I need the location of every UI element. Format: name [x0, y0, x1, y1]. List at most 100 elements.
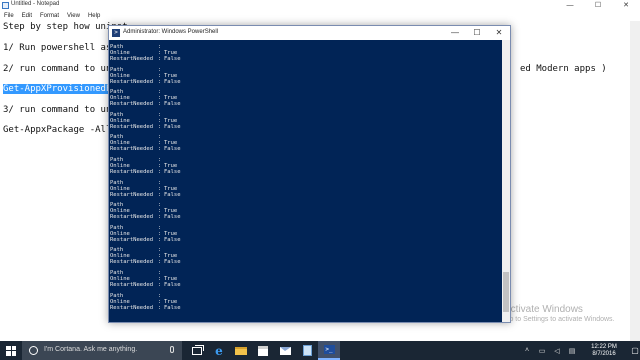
- powershell-window-title: Administrator: Windows PowerShell: [123, 29, 219, 35]
- ps-output-block: Path: Online: True RestartNeeded: False: [110, 293, 181, 311]
- ps-output-row: RestartNeeded: False: [110, 259, 181, 265]
- clock-date: 8/7/2016: [592, 350, 616, 357]
- network-icon[interactable]: ▭: [536, 345, 548, 357]
- ps-output-row: RestartNeeded: False: [110, 169, 181, 175]
- menu-file[interactable]: File: [0, 11, 18, 21]
- mail-icon: [279, 346, 291, 355]
- ps-output-block: Path: Online: True RestartNeeded: False: [110, 270, 181, 288]
- text-line: ed Modern apps ): [520, 64, 607, 74]
- powershell-window: > Administrator: Windows PowerShell — ☐ …: [108, 25, 511, 323]
- watermark-title: Activate Windows: [504, 304, 583, 315]
- search-placeholder: I'm Cortana. Ask me anything.: [44, 346, 138, 353]
- file-explorer-button[interactable]: [230, 341, 252, 360]
- ps-value: False: [164, 123, 181, 130]
- mail-button[interactable]: [274, 341, 296, 360]
- ps-output-block: Path: Online: True RestartNeeded: False: [110, 44, 181, 62]
- ps-key: RestartNeeded: [110, 214, 154, 221]
- ps-output-row: RestartNeeded: False: [110, 237, 181, 243]
- notepad-title-bar: Untitled - Notepad — ☐ ✕: [0, 0, 640, 11]
- ps-output-block: Path: Online: True RestartNeeded: False: [110, 202, 181, 220]
- edge-button[interactable]: e: [208, 341, 230, 360]
- ps-key: RestartNeeded: [110, 78, 154, 85]
- store-button[interactable]: [252, 341, 274, 360]
- keyboard-icon[interactable]: ▤: [566, 345, 578, 357]
- microphone-icon[interactable]: [170, 346, 174, 353]
- clock-time: 12:22 PM: [591, 343, 617, 350]
- ps-output-row: RestartNeeded: False: [110, 79, 181, 85]
- powershell-icon: >_: [323, 345, 335, 354]
- ps-output-block: Path: Online: True RestartNeeded: False: [110, 67, 181, 85]
- ps-value: False: [164, 146, 181, 153]
- ps-key: RestartNeeded: [110, 304, 154, 311]
- notepad-icon: [302, 345, 312, 356]
- ps-value: False: [164, 78, 181, 85]
- ps-output-block: Path: Online: True RestartNeeded: False: [110, 180, 181, 198]
- scrollbar-thumb[interactable]: [503, 272, 509, 312]
- folder-icon: [235, 346, 247, 355]
- ps-key: RestartNeeded: [110, 101, 154, 108]
- cortana-search-box[interactable]: I'm Cortana. Ask me anything.: [22, 341, 182, 360]
- ps-output-block: Path: Online: True RestartNeeded: False: [110, 225, 181, 243]
- store-icon: [258, 345, 268, 356]
- powershell-scrollbar[interactable]: [502, 40, 510, 322]
- powershell-title-bar[interactable]: > Administrator: Windows PowerShell — ☐ …: [109, 26, 510, 40]
- maximize-icon[interactable]: ☐: [584, 0, 612, 11]
- menu-view[interactable]: View: [63, 11, 84, 21]
- ps-key: RestartNeeded: [110, 282, 154, 288]
- maximize-icon[interactable]: ☐: [466, 26, 488, 40]
- ps-key: RestartNeeded: [110, 169, 154, 175]
- task-view-icon: [192, 344, 204, 355]
- notepad-scrollbar[interactable]: [630, 21, 640, 341]
- chevron-up-icon[interactable]: ˄: [521, 345, 533, 357]
- ps-value: False: [164, 304, 181, 311]
- ps-output-block: Path: Online: True RestartNeeded: False: [110, 134, 181, 152]
- volume-icon[interactable]: ◁: [551, 345, 563, 357]
- minimize-icon[interactable]: —: [444, 26, 466, 40]
- cortana-icon: [29, 346, 38, 355]
- ps-key: RestartNeeded: [110, 56, 154, 62]
- clock[interactable]: 12:22 PM 8/7/2016: [581, 344, 627, 358]
- ps-output-row: RestartNeeded: False: [110, 101, 181, 107]
- notepad-app-icon: [2, 2, 9, 9]
- ps-output-block: Path: Online: True RestartNeeded: False: [110, 157, 181, 175]
- ps-key: RestartNeeded: [110, 259, 154, 266]
- task-view-button[interactable]: [186, 341, 208, 360]
- selected-text-line: Get-AppXProvisionedPac: [3, 84, 123, 94]
- notepad-taskbar-button[interactable]: [296, 341, 318, 360]
- close-icon[interactable]: ✕: [488, 26, 510, 40]
- ps-output-row: RestartNeeded: False: [110, 192, 181, 198]
- ps-key: RestartNeeded: [110, 191, 154, 198]
- ps-output-row: RestartNeeded: False: [110, 214, 181, 220]
- ps-output-row: RestartNeeded: False: [110, 282, 181, 288]
- menu-help[interactable]: Help: [84, 11, 104, 21]
- powershell-window-controls: — ☐ ✕: [444, 26, 510, 40]
- ps-value: False: [164, 191, 181, 198]
- edge-icon: e: [215, 343, 223, 358]
- ps-output-row: RestartNeeded: False: [110, 56, 181, 62]
- watermark-subtitle: Go to Settings to activate Windows.: [504, 316, 615, 323]
- ps-output-block: Path: Online: True RestartNeeded: False: [110, 247, 181, 265]
- ps-value: False: [164, 259, 181, 266]
- ps-output-block: Path: Online: True RestartNeeded: False: [110, 112, 181, 130]
- powershell-console[interactable]: Path: Online: True RestartNeeded: False Path:…: [109, 40, 502, 322]
- windows-logo-icon: [6, 345, 16, 356]
- action-center-icon[interactable]: ▢: [630, 341, 640, 360]
- ps-value: False: [164, 169, 181, 175]
- ps-output-row: RestartNeeded: False: [110, 124, 181, 130]
- start-button[interactable]: [0, 341, 22, 360]
- powershell-app-icon: >: [112, 29, 120, 37]
- ps-value: False: [164, 214, 181, 221]
- minimize-icon[interactable]: —: [556, 0, 584, 11]
- ps-value: False: [164, 101, 181, 108]
- ps-value: False: [164, 282, 181, 288]
- system-tray: ˄ ▭ ◁ ▤ 12:22 PM 8/7/2016 ▢: [521, 341, 640, 360]
- ps-value: False: [164, 56, 181, 62]
- powershell-taskbar-button[interactable]: >_: [318, 341, 340, 360]
- notepad-menu-bar: File Edit Format View Help: [0, 11, 640, 21]
- ps-key: RestartNeeded: [110, 146, 154, 153]
- menu-format[interactable]: Format: [36, 11, 63, 21]
- menu-edit[interactable]: Edit: [18, 11, 36, 21]
- close-icon[interactable]: ✕: [612, 0, 640, 11]
- ps-key: RestartNeeded: [110, 123, 154, 130]
- taskbar: I'm Cortana. Ask me anything. e >_ ˄ ▭ ◁…: [0, 341, 640, 360]
